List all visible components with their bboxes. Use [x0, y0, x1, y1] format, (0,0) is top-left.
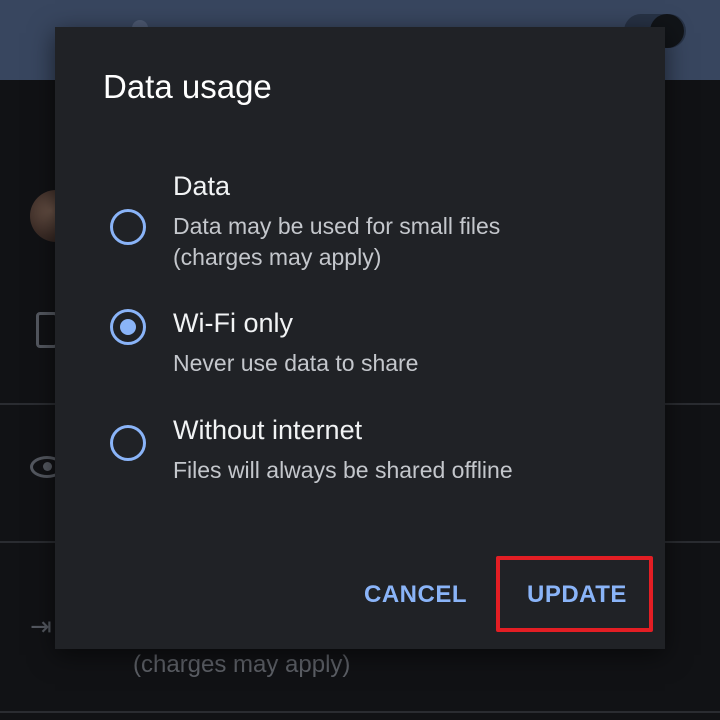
cancel-button[interactable]: CANCEL — [364, 580, 467, 610]
option-description: (charges may apply) — [173, 244, 382, 270]
divider — [0, 711, 720, 713]
radio-wifi-only[interactable] — [110, 309, 146, 345]
update-button[interactable]: UPDATE — [527, 580, 627, 610]
option-description: Files will always be shared offline — [173, 457, 513, 483]
option-title: Data — [173, 171, 231, 201]
data-usage-dialog: Data usage Data Data may be used for sma… — [55, 27, 665, 649]
option-title: Without internet — [173, 415, 363, 445]
option-data[interactable]: Data Data may be used for small files (c… — [55, 171, 665, 287]
radio-data[interactable] — [110, 209, 146, 245]
option-wifi-only[interactable]: Wi-Fi only Never use data to share — [55, 308, 665, 389]
arrow-icon: ⇥ — [30, 612, 52, 642]
option-title: Wi-Fi only — [173, 308, 293, 338]
dialog-title: Data usage — [103, 68, 272, 105]
option-without-internet[interactable]: Without internet Files will always be sh… — [55, 415, 665, 505]
radio-selected-dot — [120, 319, 136, 335]
radio-without-internet[interactable] — [110, 425, 146, 461]
option-description: Data may be used for small files — [173, 213, 501, 239]
option-description: Never use data to share — [173, 350, 419, 376]
background-subtext: (charges may apply) — [133, 651, 351, 678]
